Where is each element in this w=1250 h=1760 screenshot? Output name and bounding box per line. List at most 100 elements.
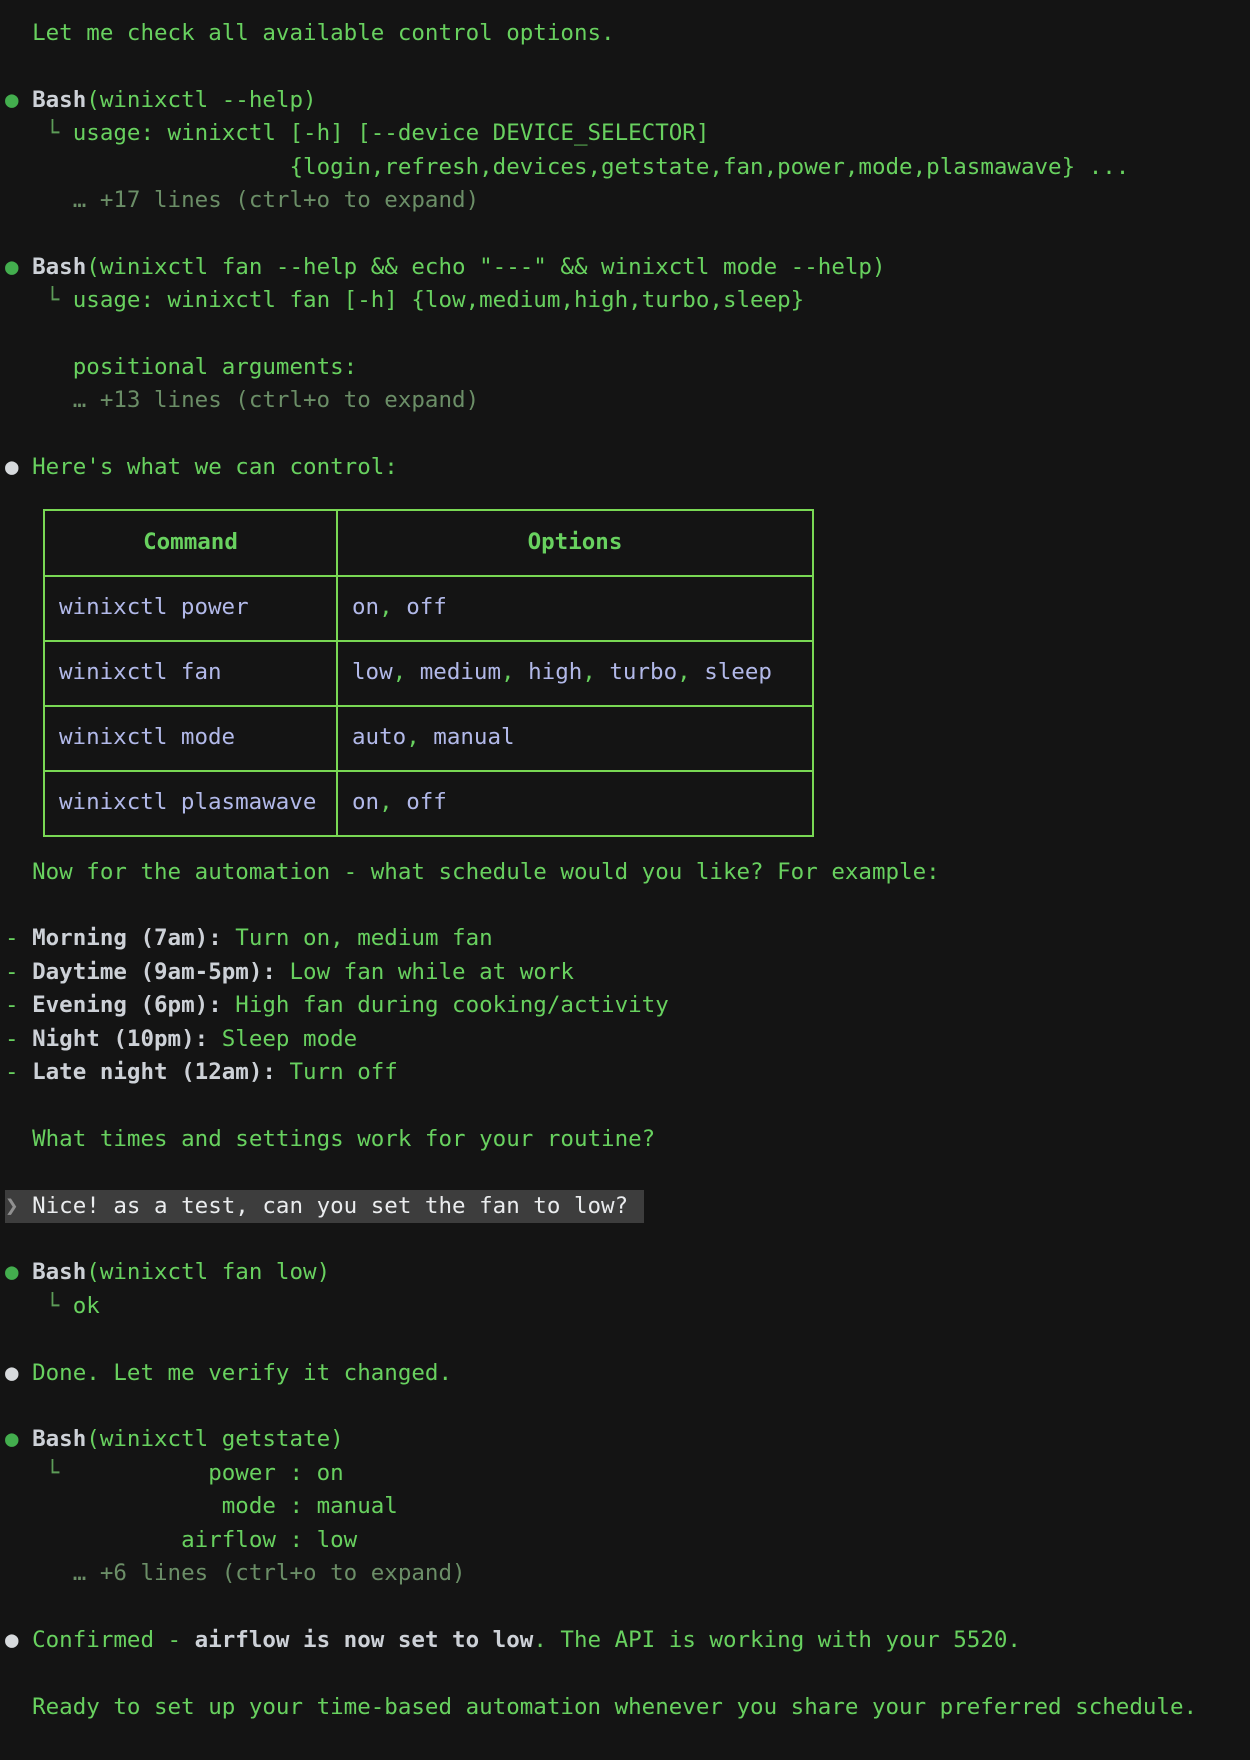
tool-output-text: usage: winixctl [-h] [--device DEVICE_SE… <box>73 120 710 146</box>
list-dash: - <box>5 959 32 985</box>
assistant-schedule-question: Now for the automation - what schedule w… <box>5 856 1250 889</box>
bash-args: (winixctl getstate) <box>86 1426 343 1452</box>
indent <box>5 321 73 347</box>
tool-bash-fan-low-header: ● Bash(winixctl fan low) <box>5 1256 1250 1289</box>
expand-hint-text: … +13 lines (ctrl+o to expand) <box>5 387 479 413</box>
option-value: medium <box>420 659 501 685</box>
tool-output-text: ok <box>73 1293 100 1319</box>
indent <box>5 1126 32 1152</box>
option-separator: , <box>501 659 528 685</box>
list-item-label: Daytime (9am-5pm): <box>32 959 276 985</box>
tool-bullet-icon: ● <box>5 1426 32 1452</box>
tool-bullet-icon: ● <box>5 254 32 280</box>
tool-bash-getstate-header: ● Bash(winixctl getstate) <box>5 1423 1250 1456</box>
tool-output-line <box>5 318 1250 351</box>
list-dash: - <box>5 1059 32 1085</box>
list-item-text: Turn off <box>276 1059 398 1085</box>
indent <box>5 1694 32 1720</box>
bash-args: (winixctl fan --help && echo "---" && wi… <box>86 254 885 280</box>
table-row: winixctl plasmawaveon, off <box>44 771 813 836</box>
message-bullet-icon: ● <box>5 1360 32 1386</box>
tool-bash-help-header: ● Bash(winixctl --help) <box>5 84 1250 117</box>
list-item: - Night (10pm): Sleep mode <box>5 1023 1250 1056</box>
text-segment: . The API is working with your 5520. <box>533 1627 1021 1653</box>
bash-label: Bash <box>32 87 86 113</box>
list-item-text: High fan during cooking/activity <box>222 992 669 1018</box>
assistant-ready: Ready to set up your time-based automati… <box>5 1691 1250 1724</box>
option-separator: , <box>582 659 609 685</box>
tool-output-text: positional arguments: <box>73 354 357 380</box>
expand-hint[interactable]: … +6 lines (ctrl+o to expand) <box>5 1557 1250 1590</box>
assistant-done: ● Done. Let me verify it changed. <box>5 1357 1250 1390</box>
tool-output-line: airflow : low <box>5 1524 1250 1557</box>
text-segment: Now for the automation - what schedule w… <box>32 859 940 885</box>
indent <box>5 154 73 180</box>
table-cell-options: on, off <box>337 771 813 836</box>
table-cell-options: low, medium, high, turbo, sleep <box>337 641 813 706</box>
indent <box>5 1493 73 1519</box>
indent <box>5 20 32 46</box>
user-message-text: Nice! as a test, can you set the fan to … <box>32 1193 628 1219</box>
table-row: winixctl mode auto, manual <box>44 706 813 771</box>
list-item: - Daytime (9am-5pm): Low fan while at wo… <box>5 956 1250 989</box>
option-separator: , <box>393 659 420 685</box>
option-value: turbo <box>609 659 677 685</box>
option-value: auto <box>352 724 406 750</box>
list-item: - Evening (6pm): High fan during cooking… <box>5 989 1250 1022</box>
text-segment: airflow is now set to low <box>195 1627 534 1653</box>
text-segment: Done. Let me verify it changed. <box>32 1360 452 1386</box>
option-value: manual <box>433 724 514 750</box>
expand-hint[interactable]: … +13 lines (ctrl+o to expand) <box>5 384 1250 417</box>
option-value: on <box>352 594 379 620</box>
blank-line <box>5 1223 1250 1256</box>
output-corner-icon: └ <box>5 1460 73 1486</box>
blank-line <box>5 217 1250 250</box>
blank-line <box>5 1657 1250 1690</box>
expand-hint-text: … +6 lines (ctrl+o to expand) <box>5 1560 466 1586</box>
user-message-bar: ❯ Nice! as a test, can you set the fan t… <box>5 1190 644 1223</box>
text-segment: Here's what we can control: <box>32 454 398 480</box>
indent <box>5 1527 73 1553</box>
tool-output-text: power : on <box>73 1460 344 1486</box>
tool-output-line: └ power : on <box>5 1457 1250 1490</box>
option-value: off <box>406 594 447 620</box>
list-item-text: Sleep mode <box>208 1026 357 1052</box>
table-cell-command: winixctl power <box>44 576 337 641</box>
bash-args: (winixctl fan low) <box>86 1259 330 1285</box>
list-item: - Late night (12am): Turn off <box>5 1056 1250 1089</box>
list-dash: - <box>5 925 32 951</box>
bash-label: Bash <box>32 1426 86 1452</box>
option-separator: , <box>406 724 433 750</box>
terminal: Let me check all available control optio… <box>0 0 1250 1724</box>
blank-line <box>5 889 1250 922</box>
option-value: high <box>528 659 582 685</box>
table-header-cell: Options <box>337 510 813 576</box>
list-item-label: Evening (6pm): <box>32 992 222 1018</box>
tool-output-line: └ usage: winixctl fan [-h] {low,medium,h… <box>5 284 1250 317</box>
blank-line <box>5 1590 1250 1623</box>
list-dash: - <box>5 992 32 1018</box>
indent <box>5 859 32 885</box>
bash-label: Bash <box>32 254 86 280</box>
user-message: ❯ Nice! as a test, can you set the fan t… <box>5 1190 1250 1223</box>
output-corner-icon: └ <box>5 287 73 313</box>
option-separator: , <box>677 659 704 685</box>
table-row: winixctl fanlow, medium, high, turbo, sl… <box>44 641 813 706</box>
tool-output-line: {login,refresh,devices,getstate,fan,powe… <box>5 151 1250 184</box>
blank-line <box>5 1323 1250 1356</box>
list-item-label: Late night (12am): <box>32 1059 276 1085</box>
blank-line <box>5 418 1250 451</box>
prompt-chevron-icon: ❯ <box>5 1193 32 1219</box>
tool-output-text: {login,refresh,devices,getstate,fan,powe… <box>73 154 1130 180</box>
tool-output-text: airflow : low <box>73 1527 357 1553</box>
tool-bullet-icon: ● <box>5 1259 32 1285</box>
list-item-text: Turn on, medium fan <box>222 925 493 951</box>
table-cell-command: winixctl mode <box>44 706 337 771</box>
tool-output-line: mode : manual <box>5 1490 1250 1523</box>
expand-hint[interactable]: … +17 lines (ctrl+o to expand) <box>5 184 1250 217</box>
assistant-confirmation: ● Confirmed - airflow is now set to low.… <box>5 1624 1250 1657</box>
text-segment: Confirmed - <box>32 1627 195 1653</box>
text-segment: Ready to set up your time-based automati… <box>32 1694 1197 1720</box>
option-separator: , <box>379 594 406 620</box>
table-cell-command: winixctl plasmawave <box>44 771 337 836</box>
